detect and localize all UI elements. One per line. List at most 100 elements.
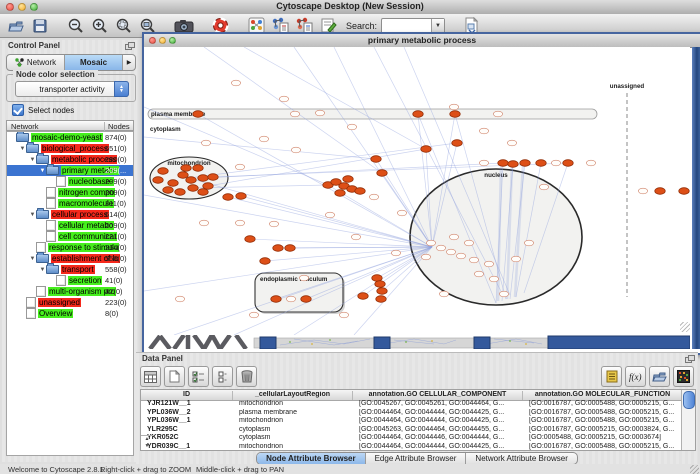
gene-node-unselected[interactable]: [391, 250, 400, 256]
gene-node-unselected[interactable]: [259, 136, 268, 142]
tree-row-multi-organism-pro[interactable]: multi-organism pro42(0): [7, 286, 134, 297]
tree-row-biological-process[interactable]: ▼biological_process651(0): [7, 143, 134, 154]
tab-edge-attribute-browser[interactable]: Edge Attribute Browser: [366, 453, 467, 464]
gene-node[interactable]: [421, 146, 431, 153]
gene-node-unselected[interactable]: [446, 249, 455, 255]
tree-row-cellular-process[interactable]: ▼cellular process614(0): [7, 209, 134, 220]
tab-node-attribute-browser[interactable]: Node Attribute Browser: [257, 453, 366, 464]
gene-node[interactable]: [271, 296, 281, 303]
tab-network[interactable]: Network: [7, 55, 65, 70]
gene-node[interactable]: [372, 275, 382, 282]
gene-node-unselected[interactable]: [279, 96, 288, 102]
tree-expand-arrow-icon[interactable]: ▼: [19, 146, 26, 152]
table-row-YDR039C__1[interactable]: YDR039C__1mitochondrion[GO:0044464, GO:0…: [141, 443, 683, 452]
column-header-2[interactable]: annotation.GO CELLULAR_COMPONENT: [353, 391, 523, 400]
gene-node-unselected[interactable]: [290, 111, 299, 117]
gene-node-unselected[interactable]: [638, 188, 647, 194]
new-attribute-button[interactable]: [164, 366, 185, 387]
gene-node[interactable]: [175, 189, 185, 196]
tree-row-primary-metabo[interactable]: ▼primary metabo209(...: [7, 165, 134, 176]
gene-node-unselected[interactable]: [426, 240, 435, 246]
gene-node[interactable]: [223, 194, 233, 201]
gene-node-unselected[interactable]: [484, 261, 493, 267]
gene-node-unselected[interactable]: [449, 234, 458, 240]
gene-node[interactable]: [158, 168, 168, 175]
delete-attribute-trash-button[interactable]: [236, 366, 257, 387]
matrix-view-button[interactable]: [673, 366, 694, 387]
gene-node[interactable]: [181, 165, 191, 172]
gene-node-unselected[interactable]: [231, 80, 240, 86]
window-titlebar[interactable]: Cytoscape Desktop (New Session): [0, 0, 700, 15]
search-dropdown-arrow-icon[interactable]: ▼: [431, 19, 444, 33]
gene-node[interactable]: [377, 170, 387, 177]
gene-node[interactable]: [260, 258, 270, 265]
gene-node[interactable]: [355, 188, 365, 195]
gene-node-unselected[interactable]: [291, 147, 300, 153]
gene-node-unselected[interactable]: [339, 312, 348, 318]
tree-row-metabolic-process[interactable]: ▼metabolic process280(0): [7, 154, 134, 165]
column-header-1[interactable]: _cellularLayoutRegion: [233, 391, 353, 400]
tree-column-nodes[interactable]: Nodes: [104, 122, 130, 131]
gene-node[interactable]: [655, 188, 665, 195]
tree-row-macromolecule[interactable]: macromolecule311(0): [7, 198, 134, 209]
network-window-titlebar[interactable]: primary metabolic process: [144, 34, 700, 48]
gene-node[interactable]: [301, 296, 311, 303]
gene-node-unselected[interactable]: [439, 291, 448, 297]
tree-row-transport[interactable]: ▼transport558(0): [7, 264, 134, 275]
edge[interactable]: [244, 47, 426, 149]
gene-node-unselected[interactable]: [269, 221, 278, 227]
gene-node[interactable]: [188, 185, 198, 192]
gene-node-unselected[interactable]: [551, 160, 560, 166]
scrollbar-thumb[interactable]: [683, 391, 695, 409]
select-attributes-button[interactable]: [188, 366, 209, 387]
tree-row-cellular-metabo[interactable]: cellular metabo209(0): [7, 220, 134, 231]
gene-node[interactable]: [208, 174, 218, 181]
table-row-YJR121W__1[interactable]: YJR121W__1mitochondrion[GO:0045267, GO:0…: [141, 400, 683, 409]
gene-node[interactable]: [375, 281, 385, 288]
gene-node-unselected[interactable]: [479, 160, 488, 166]
column-header-3[interactable]: annotation.GO MOLECULAR_FUNCTION: [523, 391, 683, 400]
gene-node[interactable]: [508, 161, 518, 168]
tree-expand-arrow-icon[interactable]: ▼: [29, 256, 36, 262]
gene-node-unselected[interactable]: [199, 220, 208, 226]
table-scrollbar[interactable]: [681, 390, 695, 450]
edge[interactable]: [294, 47, 432, 247]
gene-node[interactable]: [285, 245, 295, 252]
edge[interactable]: [334, 47, 432, 247]
gene-node[interactable]: [679, 188, 689, 195]
gene-node-unselected[interactable]: [474, 271, 483, 277]
gene-node-unselected[interactable]: [436, 245, 445, 251]
tree-row-mosaic-demo-yeast[interactable]: mosaic-demo-yeast874(0): [7, 132, 134, 143]
gene-node[interactable]: [536, 160, 546, 167]
tree-expand-arrow-icon[interactable]: ▼: [29, 212, 36, 218]
gene-node[interactable]: [168, 180, 178, 187]
gene-node-unselected[interactable]: [235, 220, 244, 226]
network-canvas[interactable]: plasma membranecytoplasmmitochondrionnuc…: [144, 47, 690, 335]
gene-node[interactable]: [198, 175, 208, 182]
gene-node[interactable]: [273, 245, 283, 252]
tree-row-overview[interactable]: Overview8(0): [7, 308, 134, 319]
gene-node[interactable]: [450, 111, 460, 118]
attribute-table-button[interactable]: [140, 366, 161, 387]
region-plasma-membrane[interactable]: [148, 109, 597, 119]
gene-node[interactable]: [358, 293, 368, 300]
dropdown-stepper-icon[interactable]: ▲▼: [114, 81, 129, 97]
table-row-YKR052C[interactable]: YKR052Ccytoplasm[GO:0044464, GO:0044446,…: [141, 434, 683, 443]
gene-node-unselected[interactable]: [397, 210, 406, 216]
gene-node[interactable]: [236, 193, 246, 200]
gene-node[interactable]: [377, 288, 387, 295]
table-row-YPL036W__1[interactable]: YPL036W__1mitochondrion[GO:0044464, GO:0…: [141, 417, 683, 426]
gene-node-unselected[interactable]: [456, 253, 465, 259]
gene-node-unselected[interactable]: [286, 296, 295, 302]
gene-node[interactable]: [376, 296, 386, 303]
scrollbar-arrows-icon[interactable]: ▲▼: [141, 435, 153, 450]
gene-node-unselected[interactable]: [347, 124, 356, 130]
tree-row-nucleobase-[interactable]: nucleobase-209(0): [7, 176, 134, 187]
gene-node[interactable]: [371, 156, 381, 163]
column-header-0[interactable]: ID: [141, 391, 233, 400]
gene-node-unselected[interactable]: [511, 256, 520, 262]
tab-network-attribute-browser[interactable]: Network Attribute Browser: [466, 453, 576, 464]
edge[interactable]: [198, 114, 432, 247]
open-folder-icon[interactable]: [6, 16, 26, 36]
gene-node[interactable]: [245, 236, 255, 243]
